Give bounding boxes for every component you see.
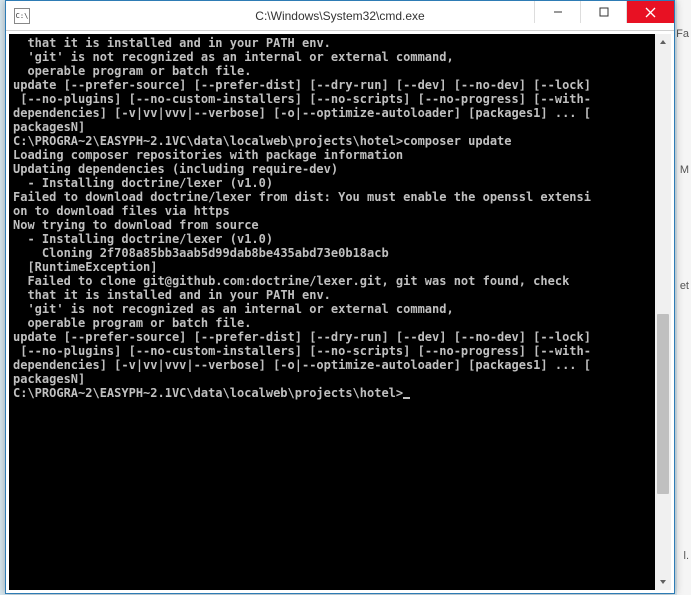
bg-text: l.: [684, 550, 690, 562]
maximize-button[interactable]: [580, 1, 626, 23]
console-line: [RuntimeException]: [13, 260, 651, 274]
console-line: Cloning 2f708a85bb3aab5d99dab8be435abd73…: [13, 246, 651, 260]
console-line: - Installing doctrine/lexer (v1.0): [13, 176, 651, 190]
console-line: 'git' is not recognized as an internal o…: [13, 302, 651, 316]
cursor: [403, 397, 410, 399]
console-line: update [--prefer-source] [--prefer-dist]…: [13, 78, 651, 92]
close-button[interactable]: [626, 1, 674, 23]
console-line: C:\PROGRA~2\EASYPH~2.1VC\data\localweb\p…: [13, 386, 651, 400]
console-line: [--no-plugins] [--no-custom-installers] …: [13, 344, 651, 358]
bg-text: M: [680, 164, 689, 176]
console-line: dependencies] [-v|vv|vvv|--verbose] [-o|…: [13, 106, 651, 120]
bg-text: Fa: [676, 28, 689, 40]
console-line: Failed to download doctrine/lexer from d…: [13, 190, 651, 204]
console-line: update [--prefer-source] [--prefer-dist]…: [13, 330, 651, 344]
console-line: operable program or batch file.: [13, 64, 651, 78]
console-line: Failed to clone git@github.com:doctrine/…: [13, 274, 651, 288]
console-line: on to download files via https: [13, 204, 651, 218]
bg-text: et: [680, 280, 689, 292]
console-area[interactable]: that it is installed and in your PATH en…: [6, 31, 674, 593]
console-line: Now trying to download from source: [13, 218, 651, 232]
cmd-window: C:\ C:\Windows\System32\cmd.exe that it …: [5, 0, 675, 594]
console-line: Loading composer repositories with packa…: [13, 148, 651, 162]
console-line: C:\PROGRA~2\EASYPH~2.1VC\data\localweb\p…: [13, 134, 651, 148]
vertical-scrollbar[interactable]: [655, 34, 671, 590]
console-line: that it is installed and in your PATH en…: [13, 36, 651, 50]
app-icon: C:\: [14, 8, 30, 24]
scrollbar-thumb[interactable]: [657, 314, 669, 494]
console-line: that it is installed and in your PATH en…: [13, 288, 651, 302]
console-line: operable program or batch file.: [13, 316, 651, 330]
scroll-down-button[interactable]: [655, 574, 671, 590]
window-controls: [534, 1, 674, 23]
console-line: dependencies] [-v|vv|vvv|--verbose] [-o|…: [13, 358, 651, 372]
console-line: packagesN]: [13, 372, 651, 386]
console-line: 'git' is not recognized as an internal o…: [13, 50, 651, 64]
console-line: - Installing doctrine/lexer (v1.0): [13, 232, 651, 246]
minimize-button[interactable]: [534, 1, 580, 23]
console-line: [--no-plugins] [--no-custom-installers] …: [13, 92, 651, 106]
scroll-up-button[interactable]: [655, 34, 671, 50]
background-fragment: Fa M et l.: [677, 0, 691, 595]
console-output: that it is installed and in your PATH en…: [9, 34, 655, 590]
console-line: Updating dependencies (including require…: [13, 162, 651, 176]
titlebar[interactable]: C:\ C:\Windows\System32\cmd.exe: [6, 1, 674, 31]
console-line: packagesN]: [13, 120, 651, 134]
